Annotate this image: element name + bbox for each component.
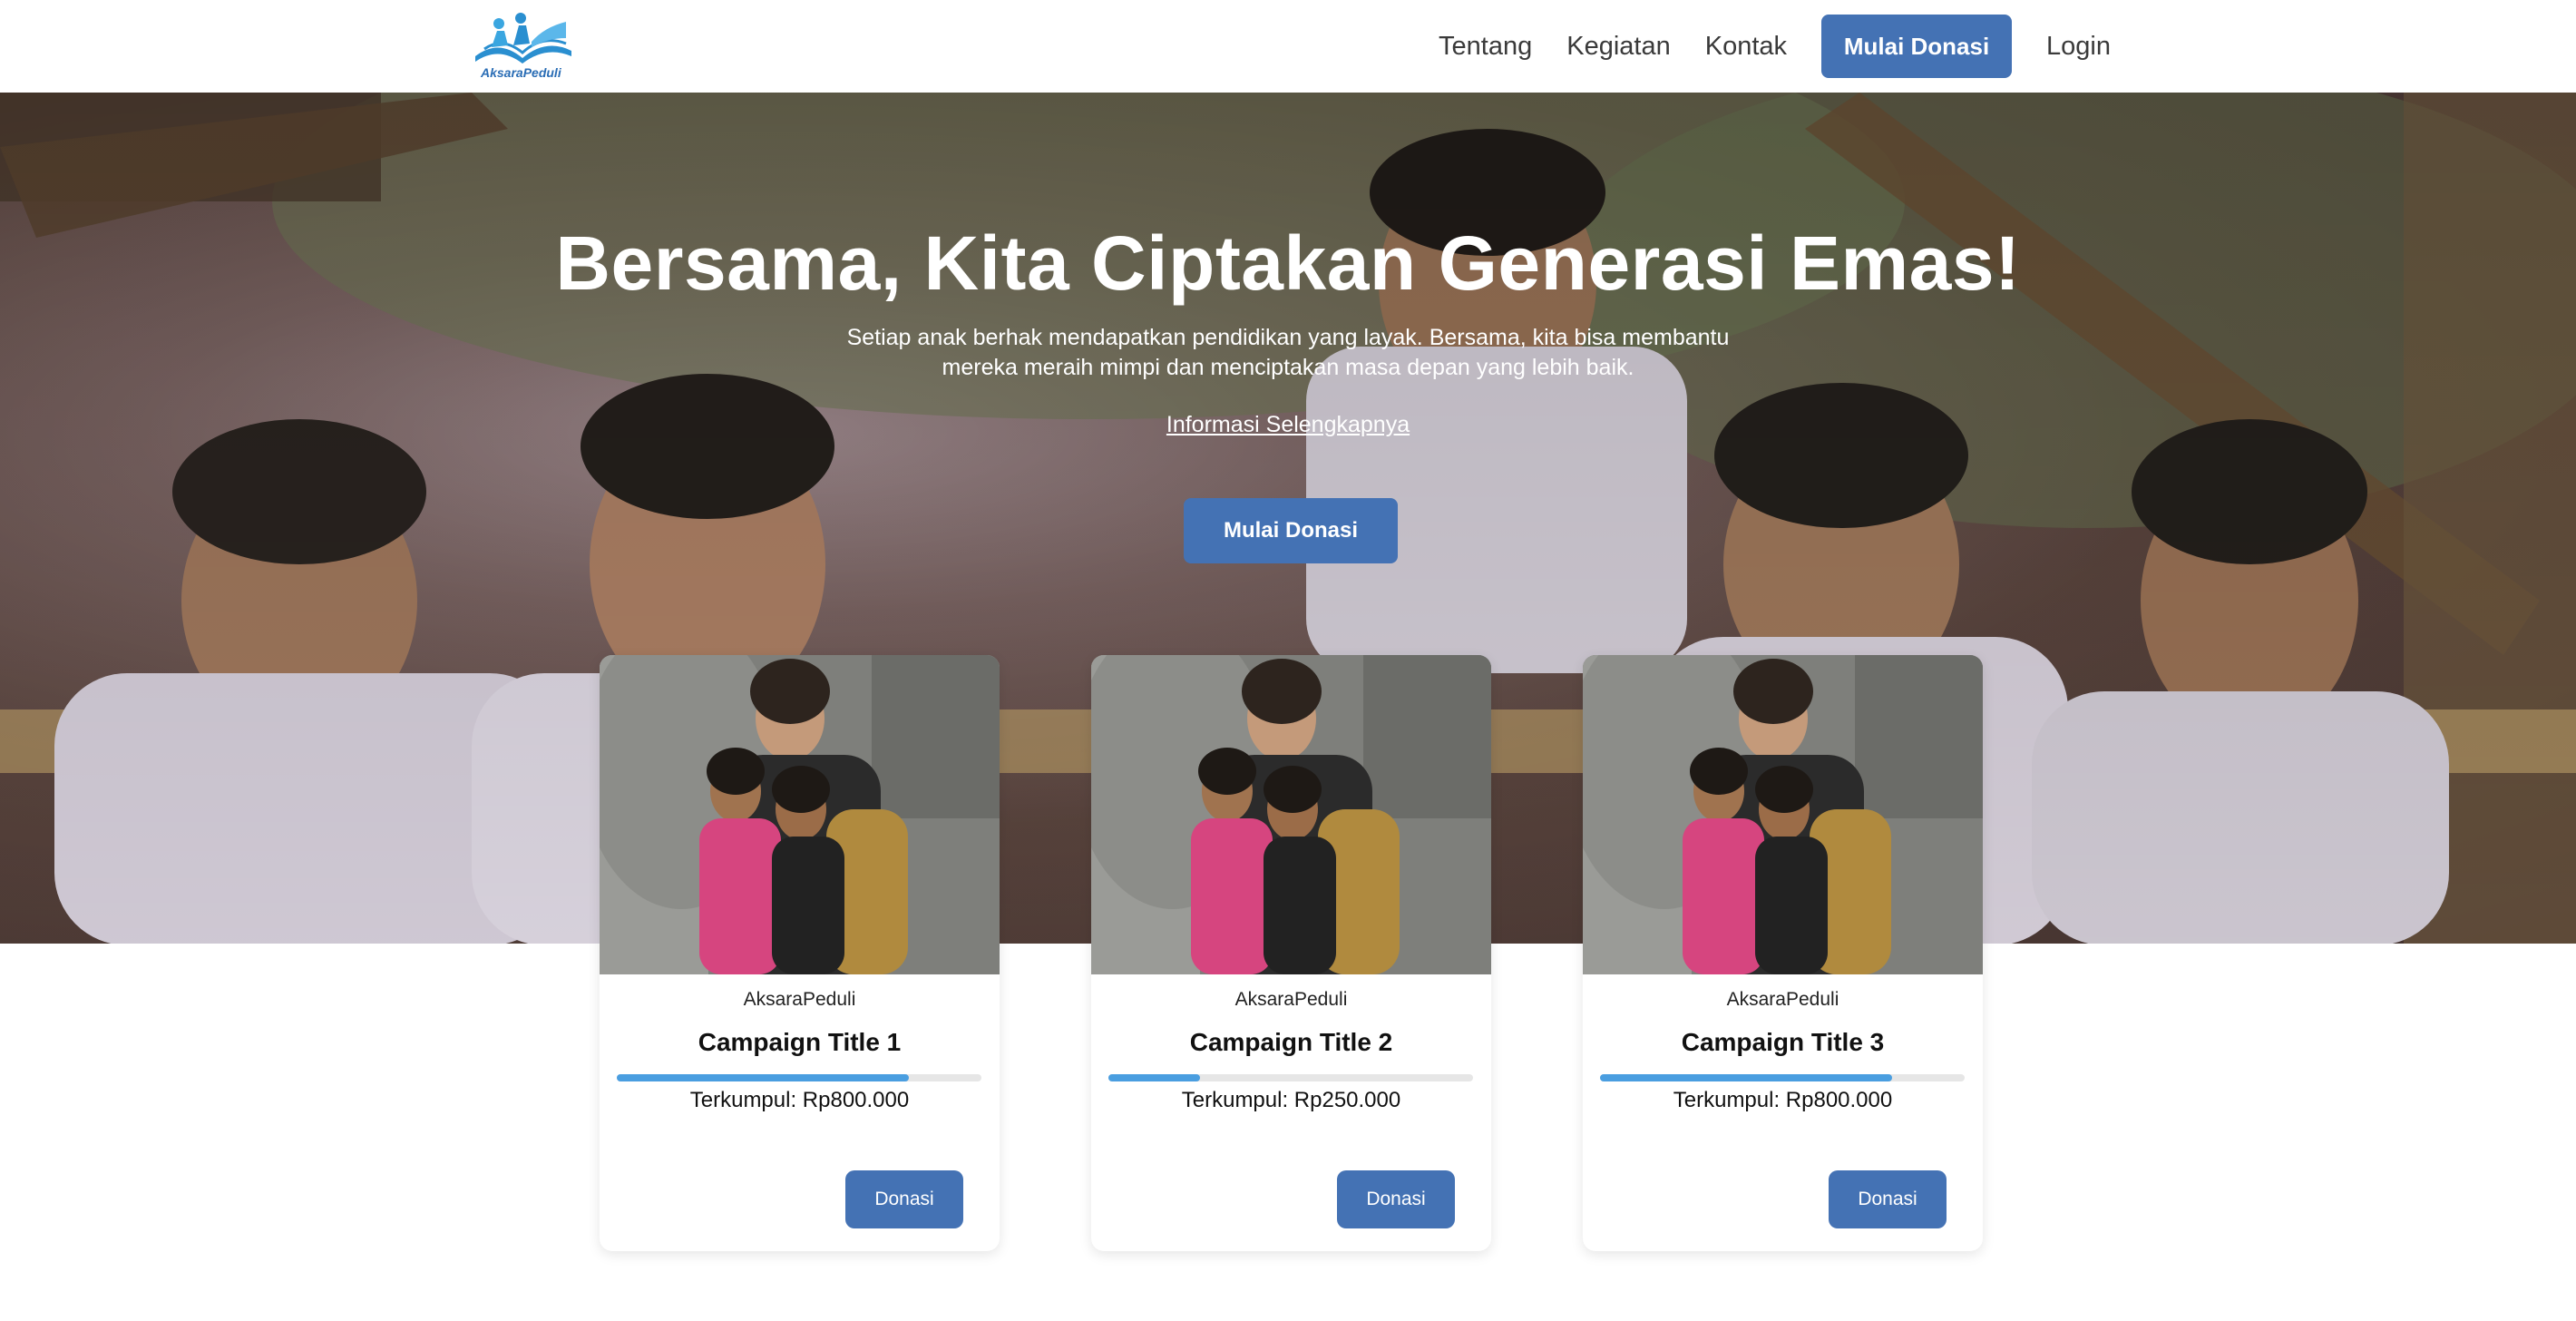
hero-subtitle-line-2: mereka meraih mimpi dan menciptakan masa…	[942, 355, 1634, 380]
hero-title: Bersama, Kita Ciptakan Generasi Emas!	[555, 220, 2021, 306]
book-people-icon	[475, 13, 571, 64]
brand-logo-text: AksaraPeduli	[481, 65, 561, 80]
campaign-card[interactable]: AksaraPeduli Campaign Title 1 Terkumpul:…	[600, 655, 1000, 1251]
site-header: AksaraPeduli Tentang Kegiatan Kontak Mul…	[0, 0, 2576, 93]
campaign-raised-amount: Terkumpul: Rp800.000	[689, 1088, 910, 1112]
nav-item-tentang[interactable]: Tentang	[1421, 32, 1549, 62]
campaign-progress-fill	[617, 1074, 909, 1081]
campaign-donate-button[interactable]: Donasi	[1337, 1170, 1455, 1228]
hero-donate-button[interactable]: Mulai Donasi	[1184, 498, 1398, 563]
campaign-title: Campaign Title 1	[698, 1028, 902, 1056]
hero-link-container: Informasi Selengkapnya	[0, 412, 2576, 438]
campaign-donate-button[interactable]: Donasi	[845, 1170, 963, 1228]
hero-subtitle-line-1: Setiap anak berhak mendapatkan pendidika…	[846, 325, 1730, 350]
campaign-donate-button[interactable]: Donasi	[1829, 1170, 1947, 1228]
campaign-progress-fill	[1108, 1074, 1200, 1081]
campaign-image	[600, 655, 1000, 974]
main-nav: Tentang Kegiatan Kontak Mulai Donasi Log…	[1421, 15, 2128, 78]
campaign-org: AksaraPeduli	[1234, 989, 1348, 1010]
campaign-progress-bar	[617, 1074, 981, 1081]
more-info-link[interactable]: Informasi Selengkapnya	[1166, 412, 1410, 437]
campaign-progress-bar	[1108, 1074, 1473, 1081]
campaign-progress-fill	[1600, 1074, 1892, 1081]
campaign-raised-amount: Terkumpul: Rp800.000	[1673, 1088, 1893, 1112]
nav-login-link[interactable]: Login	[2029, 32, 2128, 62]
nav-donate-button[interactable]: Mulai Donasi	[1821, 15, 2013, 78]
campaign-org: AksaraPeduli	[1726, 989, 1839, 1010]
campaign-card[interactable]: AksaraPeduli Campaign Title 3 Terkumpul:…	[1583, 655, 1983, 1251]
campaign-card[interactable]: AksaraPeduli Campaign Title 2 Terkumpul:…	[1091, 655, 1491, 1251]
campaign-image	[1583, 655, 1983, 974]
hero-subtitle: Setiap anak berhak mendapatkan pendidika…	[834, 323, 1742, 383]
campaign-org: AksaraPeduli	[743, 989, 856, 1010]
nav-item-kontak[interactable]: Kontak	[1688, 32, 1804, 62]
campaign-title: Campaign Title 3	[1681, 1028, 1885, 1056]
nav-item-kegiatan[interactable]: Kegiatan	[1549, 32, 1688, 62]
brand-logo[interactable]: AksaraPeduli	[472, 11, 575, 82]
campaign-progress-bar	[1600, 1074, 1965, 1081]
campaign-image	[1091, 655, 1491, 974]
campaign-raised-amount: Terkumpul: Rp250.000	[1181, 1088, 1401, 1112]
campaign-title: Campaign Title 2	[1189, 1028, 1393, 1056]
